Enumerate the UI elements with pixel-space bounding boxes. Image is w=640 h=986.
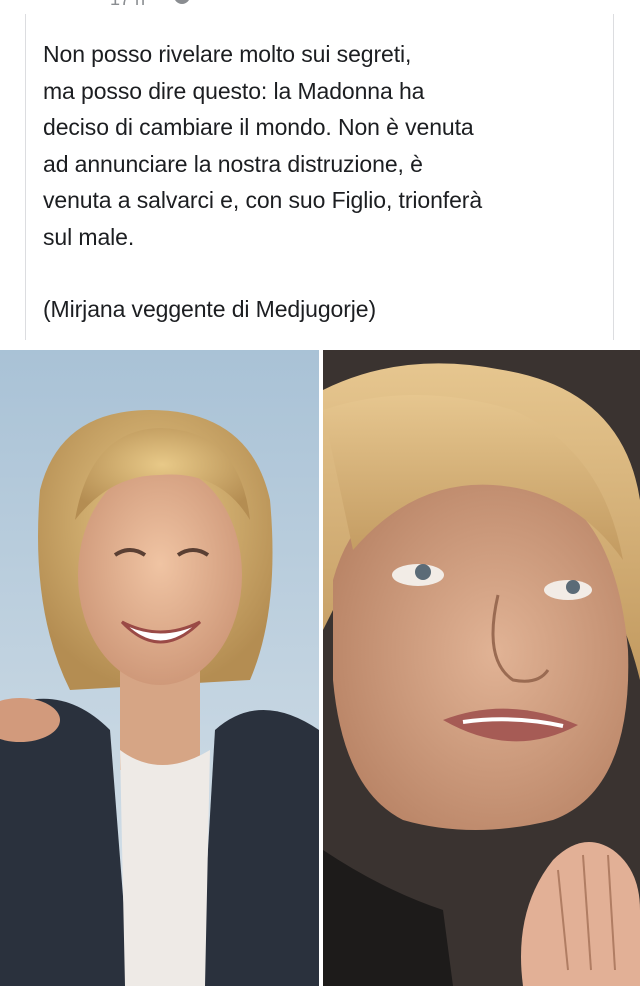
post-left-border (25, 14, 26, 340)
smiling-woman-outdoors-photo[interactable] (0, 350, 319, 986)
post-text-line: deciso di cambiare il mondo. Non è venut… (43, 114, 474, 140)
post-text-line: Non posso rivelare molto sui segreti, (43, 41, 412, 67)
post-card: 17 h Non posso rivelare molto sui segret… (0, 0, 640, 986)
post-text-line: venuta a salvarci e, con suo Figlio, tri… (43, 187, 483, 213)
post-timestamp[interactable]: 17 h (110, 0, 145, 10)
globe-icon[interactable] (172, 0, 192, 6)
post-header: 17 h (0, 0, 640, 14)
post-body: Non posso rivelare molto sui segreti, ma… (43, 36, 623, 328)
post-text-line: sul male. (43, 223, 135, 250)
post-text-line: ad annunciare la nostra distruzione, è (43, 150, 423, 177)
post-attribution: (Mirjana veggente di Medjugorje) (43, 296, 377, 322)
woman-looking-up-praying-photo[interactable] (323, 350, 640, 986)
post-text-line: ma posso dire questo: la Madonna ha (43, 77, 425, 104)
